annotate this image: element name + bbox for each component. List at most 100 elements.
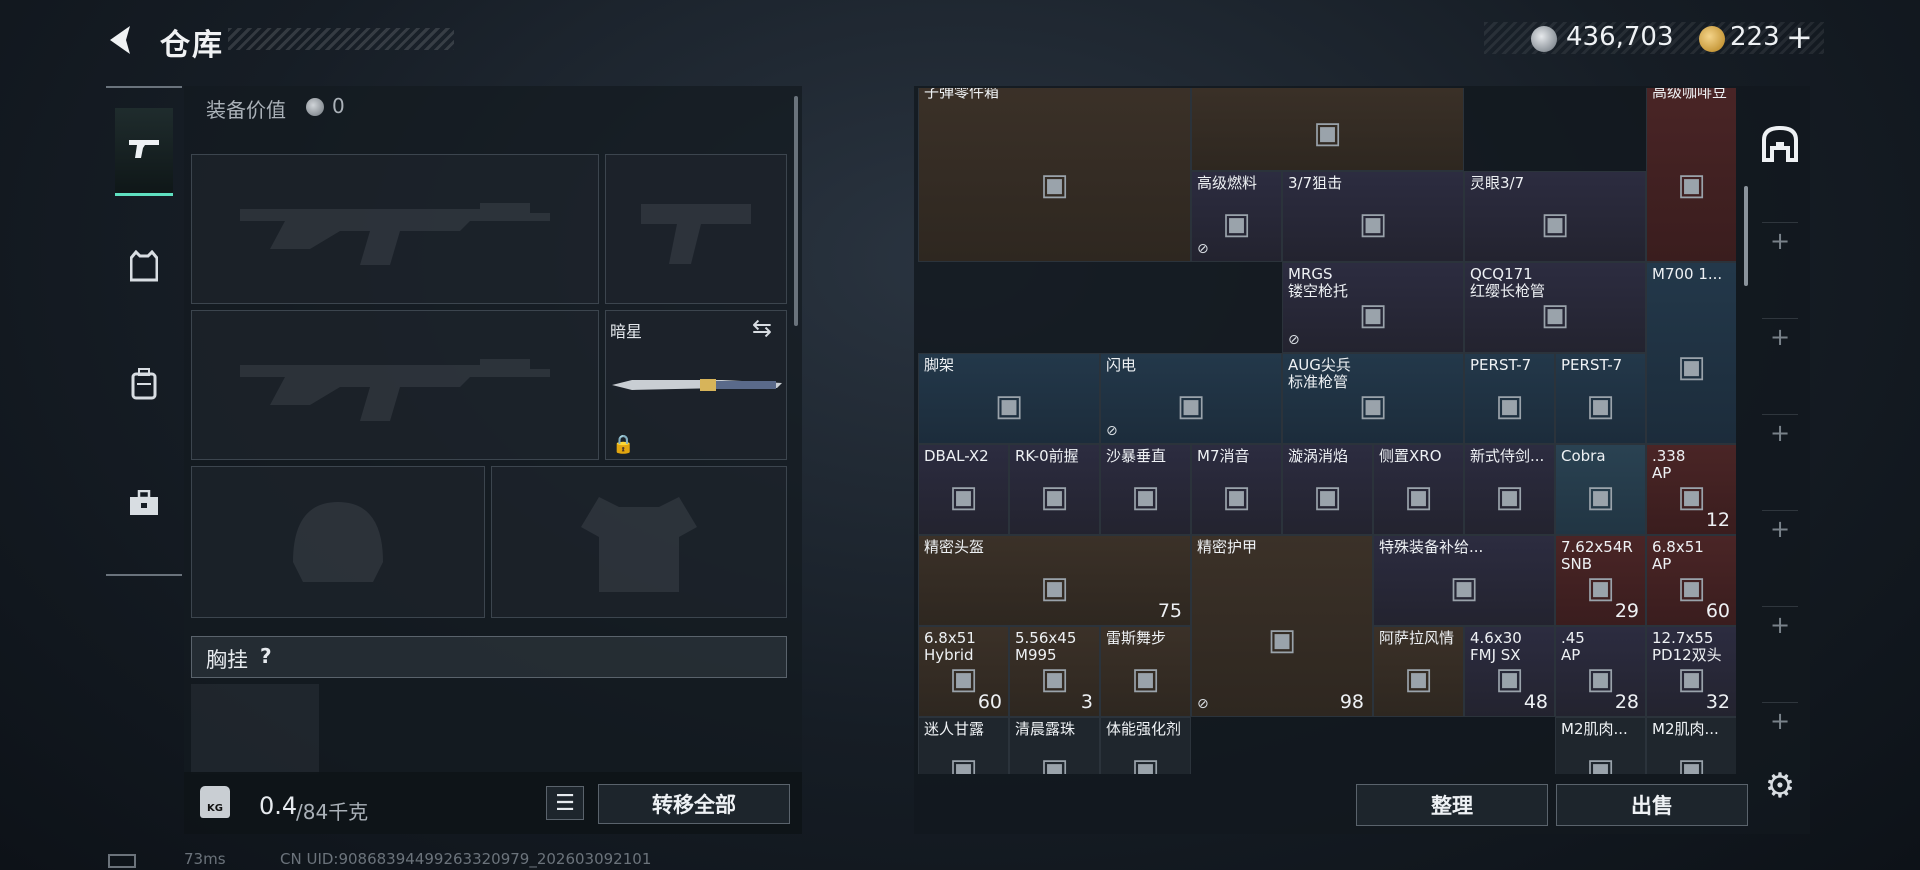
tab-armor[interactable] bbox=[115, 226, 173, 314]
item-image: ▣ bbox=[1677, 479, 1706, 515]
storage-item[interactable]: ▣ 3/7狙击 bbox=[1282, 171, 1464, 262]
weight-current: 0.4 bbox=[259, 792, 298, 820]
item-image: ▣ bbox=[1404, 479, 1433, 515]
item-count: 60 bbox=[1705, 600, 1730, 622]
storage-item[interactable]: ▣ MRGS 镂空枪托 ⊘ bbox=[1282, 262, 1464, 353]
item-name: Cobra bbox=[1561, 447, 1606, 465]
item-name: 5.56x45 M995 bbox=[1015, 629, 1077, 664]
loadout-scrollbar[interactable] bbox=[794, 96, 798, 326]
item-name: AUG尖兵 标准枪管 bbox=[1288, 356, 1351, 391]
item-image: ▣ bbox=[1313, 479, 1342, 515]
chest-rig-header bbox=[191, 636, 787, 678]
help-icon[interactable]: ? bbox=[260, 644, 272, 668]
storage-item[interactable]: ▣ 特殊装备补给... bbox=[1373, 535, 1555, 626]
storage-item[interactable]: ▣ bbox=[1191, 88, 1464, 171]
sort-button[interactable]: 整理 bbox=[1356, 784, 1548, 826]
add-currency-button[interactable]: + bbox=[1786, 18, 1813, 56]
storage-item[interactable]: ▣ 6.8x51 AP 60 bbox=[1646, 535, 1736, 626]
primary-weapon-slot[interactable] bbox=[191, 154, 599, 304]
gear-icon[interactable]: ⚙ bbox=[1760, 766, 1800, 806]
rifle-silhouette-icon bbox=[240, 359, 550, 421]
storage-item[interactable]: ▣ 侧置XRO bbox=[1373, 444, 1464, 535]
storage-item[interactable]: ▣ .338 AP 12 bbox=[1646, 444, 1736, 535]
storage-scrollbar[interactable] bbox=[1744, 186, 1748, 286]
storage-item[interactable]: ▣ 清晨露珠 bbox=[1009, 717, 1100, 774]
item-name: 漩涡消焰 bbox=[1288, 447, 1349, 465]
storage-item[interactable]: ▣ M2肌肉... bbox=[1646, 717, 1736, 774]
back-arrow-icon[interactable] bbox=[104, 22, 140, 58]
list-view-button[interactable]: ☰ bbox=[546, 786, 584, 820]
add-storage-tab-button[interactable]: + bbox=[1762, 318, 1798, 354]
item-count: 32 bbox=[1705, 691, 1730, 713]
storage-item[interactable]: ▣ 闪电 ⊘ bbox=[1100, 353, 1282, 444]
gold-amount: 223 bbox=[1730, 22, 1780, 52]
item-image: ▣ bbox=[1131, 661, 1160, 697]
sell-button[interactable]: 出售 bbox=[1556, 784, 1748, 826]
chest-rig-label: 胸挂 bbox=[206, 648, 248, 672]
storage-item[interactable]: ▣ RK-0前握 bbox=[1009, 444, 1100, 535]
storage-item[interactable]: ▣ 12.7x55 PD12双头 32 bbox=[1646, 626, 1736, 717]
storage-item[interactable]: ▣ 雷斯舞步 bbox=[1100, 626, 1191, 717]
storage-item[interactable]: ▣ PERST-7 bbox=[1555, 353, 1646, 444]
storage-item[interactable]: ▣ DBAL-X2 bbox=[918, 444, 1009, 535]
item-name: 7.62x54R SNB bbox=[1561, 538, 1633, 573]
item-image: ▣ bbox=[1540, 206, 1570, 242]
chest-rig-slot[interactable] bbox=[191, 684, 319, 774]
item-name: 3/7狙击 bbox=[1288, 174, 1343, 192]
helmet-slot[interactable] bbox=[191, 466, 485, 618]
tab-backpack[interactable] bbox=[115, 344, 173, 432]
storage-item[interactable]: ▣ 灵眼3/7 bbox=[1464, 171, 1646, 262]
storage-item[interactable]: ▣ 新式侍剑... bbox=[1464, 444, 1555, 535]
tab-case[interactable] bbox=[115, 462, 173, 550]
warehouse-icon[interactable] bbox=[1760, 124, 1800, 164]
storage-item[interactable]: ▣ 精密头盔 75 bbox=[918, 535, 1191, 626]
storage-item[interactable]: ▣ 阿萨拉风情 bbox=[1373, 626, 1464, 717]
secondary-weapon-slot[interactable] bbox=[191, 310, 599, 460]
storage-item[interactable]: ▣ Cobra bbox=[1555, 444, 1646, 535]
swap-icon[interactable]: ⇆ bbox=[752, 314, 772, 342]
item-image: ▣ bbox=[949, 661, 978, 697]
add-storage-tab-button[interactable]: + bbox=[1762, 510, 1798, 546]
item-name: RK-0前握 bbox=[1015, 447, 1079, 465]
storage-item[interactable]: ▣ 7.62x54R SNB 29 bbox=[1555, 535, 1646, 626]
storage-item[interactable]: ▣ 脚架 bbox=[918, 353, 1100, 444]
item-image: ▣ bbox=[1586, 479, 1615, 515]
storage-item[interactable]: ▣ 体能强化剂 bbox=[1100, 717, 1191, 774]
storage-item[interactable]: ▣ 迷人甘露 bbox=[918, 717, 1009, 774]
item-name: 脚架 bbox=[924, 356, 955, 374]
item-name: 侧置XRO bbox=[1379, 447, 1442, 465]
body-armor-slot[interactable] bbox=[491, 466, 787, 618]
storage-item[interactable]: ▣ M700 1... bbox=[1646, 262, 1736, 444]
storage-item[interactable]: ▣ 沙暴垂直 bbox=[1100, 444, 1191, 535]
add-storage-tab-button[interactable]: + bbox=[1762, 606, 1798, 642]
storage-item[interactable]: ▣ 5.56x45 M995 3 bbox=[1009, 626, 1100, 717]
storage-item[interactable]: ▣ M7消音 bbox=[1191, 444, 1282, 535]
tab-weapons[interactable] bbox=[115, 108, 173, 196]
storage-item[interactable]: ▣ 子弹零件箱 bbox=[918, 88, 1191, 262]
item-image: ▣ bbox=[1358, 297, 1388, 333]
storage-item[interactable]: ▣ 4.6x30 FMJ SX 48 bbox=[1464, 626, 1555, 717]
storage-item[interactable]: ▣ M2肌肉... bbox=[1555, 717, 1646, 774]
item-count: 28 bbox=[1614, 691, 1639, 713]
item-name: M2肌肉... bbox=[1561, 720, 1628, 738]
sidearm-slot[interactable] bbox=[605, 154, 787, 304]
page-title: 仓库 bbox=[160, 28, 224, 63]
storage-item[interactable]: ▣ 高级咖啡豆 bbox=[1646, 88, 1736, 262]
item-name: 闪电 bbox=[1106, 356, 1137, 374]
add-storage-tab-button[interactable]: + bbox=[1762, 222, 1798, 258]
storage-item[interactable]: ▣ PERST-7 bbox=[1464, 353, 1555, 444]
add-storage-tab-button[interactable]: + bbox=[1762, 414, 1798, 450]
item-count: 12 bbox=[1705, 509, 1730, 531]
storage-item[interactable]: ▣ AUG尖兵 标准枪管 bbox=[1282, 353, 1464, 444]
storage-item[interactable]: ▣ 高级燃料 ⊘ bbox=[1191, 171, 1282, 262]
add-storage-tab-button[interactable]: + bbox=[1762, 702, 1798, 738]
storage-item[interactable]: ▣ QCQ171 红缨长枪管 bbox=[1464, 262, 1646, 353]
storage-item[interactable]: ▣ 精密护甲 98 ⊘ bbox=[1191, 535, 1373, 717]
transfer-all-button[interactable]: 转移全部 bbox=[598, 784, 790, 824]
item-name: 精密头盔 bbox=[924, 538, 985, 556]
item-image: ▣ bbox=[1131, 752, 1160, 774]
item-image: ▣ bbox=[1677, 661, 1706, 697]
storage-item[interactable]: ▣ .45 AP 28 bbox=[1555, 626, 1646, 717]
storage-item[interactable]: ▣ 漩涡消焰 bbox=[1282, 444, 1373, 535]
storage-item[interactable]: ▣ 6.8x51 Hybrid 60 bbox=[918, 626, 1009, 717]
